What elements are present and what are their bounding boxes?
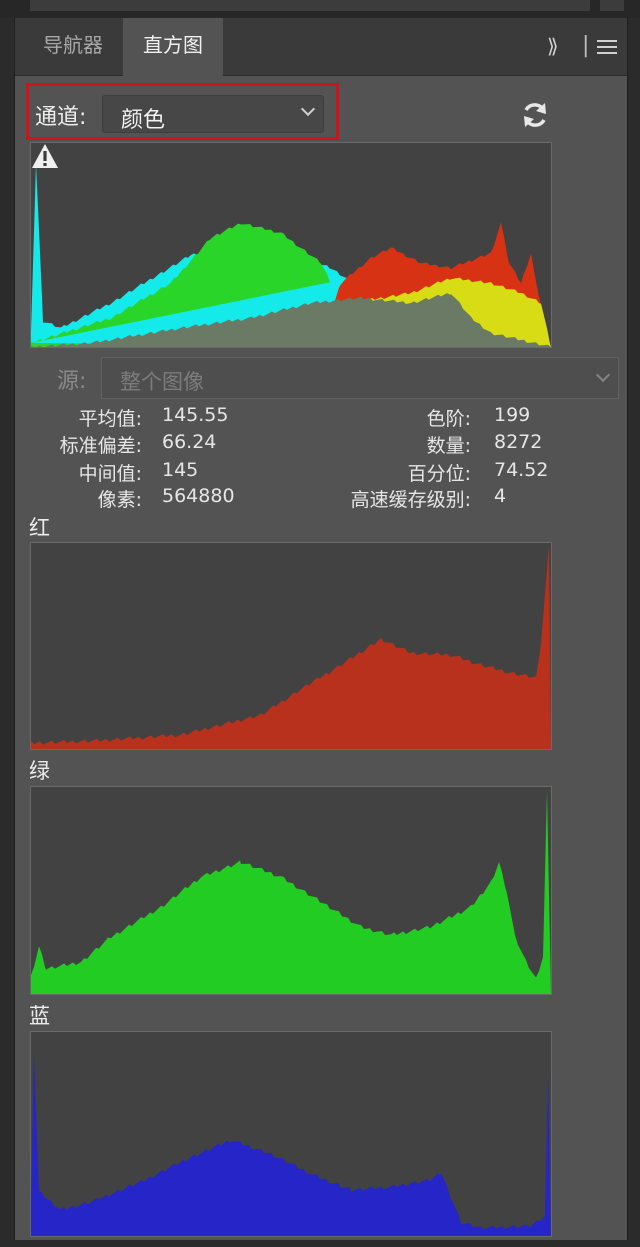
divider: | <box>582 33 590 58</box>
blue-histogram-area <box>31 1053 551 1236</box>
source-label: 源: <box>57 369 87 394</box>
mean-value: 145.55 <box>162 404 229 426</box>
red-histogram <box>30 542 552 750</box>
cache-level-label: 高速缓存级别: <box>350 489 471 511</box>
red-channel-title: 红 <box>29 516 50 540</box>
level-value: 199 <box>494 404 531 426</box>
percentile-value: 74.52 <box>494 459 549 481</box>
composite-histogram <box>30 142 552 348</box>
count-label: 数量: <box>426 435 471 457</box>
chevron-down-icon <box>300 101 316 117</box>
blue-channel-title: 蓝 <box>29 1004 50 1028</box>
hamburger-menu-icon[interactable] <box>597 18 623 58</box>
median-value: 145 <box>162 459 199 481</box>
composite-histogram-chart <box>31 163 551 347</box>
level-label: 色阶: <box>426 408 471 430</box>
red-histogram-area <box>31 545 551 749</box>
source-select: 整个图像 <box>101 357 619 399</box>
source-select-value: 整个图像 <box>120 370 204 394</box>
refresh-icon[interactable] <box>520 100 550 130</box>
mean-label: 平均值: <box>78 408 142 430</box>
blue-histogram <box>30 1031 552 1237</box>
channel-label: 通道: <box>35 105 87 130</box>
pixels-label: 像素: <box>97 489 142 511</box>
channel-row-highlight: 通道: 颜色 <box>26 83 339 140</box>
frame-bar <box>30 0 590 11</box>
green-histogram <box>30 786 552 995</box>
tab-bar: 导航器 直方图 ⟩⟩ | <box>15 18 627 76</box>
count-value: 8272 <box>494 431 543 453</box>
tab-navigator[interactable]: 导航器 <box>23 18 123 75</box>
pixels-value: 564880 <box>162 485 235 507</box>
median-label: 中间值: <box>78 463 142 485</box>
cache-level-value: 4 <box>494 485 507 507</box>
green-histogram-area <box>31 790 551 994</box>
std-value: 66.24 <box>162 431 217 453</box>
percentile-label: 百分位: <box>407 463 471 485</box>
channel-select-value: 颜色 <box>121 108 166 133</box>
histogram-panel: 导航器 直方图 ⟩⟩ | 通道: 颜色 源: 整个图像 平均值: 145.55 <box>14 18 628 1240</box>
warning-icon[interactable] <box>31 143 59 169</box>
tab-histogram[interactable]: 直方图 <box>123 18 223 76</box>
green-channel-title: 绿 <box>29 759 50 783</box>
blue-histogram-chart <box>31 1053 551 1236</box>
channel-select[interactable]: 颜色 <box>102 95 324 133</box>
double-chevron-right-icon[interactable]: ⟩⟩ <box>547 18 575 75</box>
frame-bar <box>600 0 624 11</box>
red-histogram-chart <box>31 545 551 749</box>
std-label: 标准偏差: <box>59 435 142 457</box>
chevron-down-icon <box>595 367 611 383</box>
window-frame <box>0 0 640 18</box>
green-histogram-chart <box>31 790 551 994</box>
